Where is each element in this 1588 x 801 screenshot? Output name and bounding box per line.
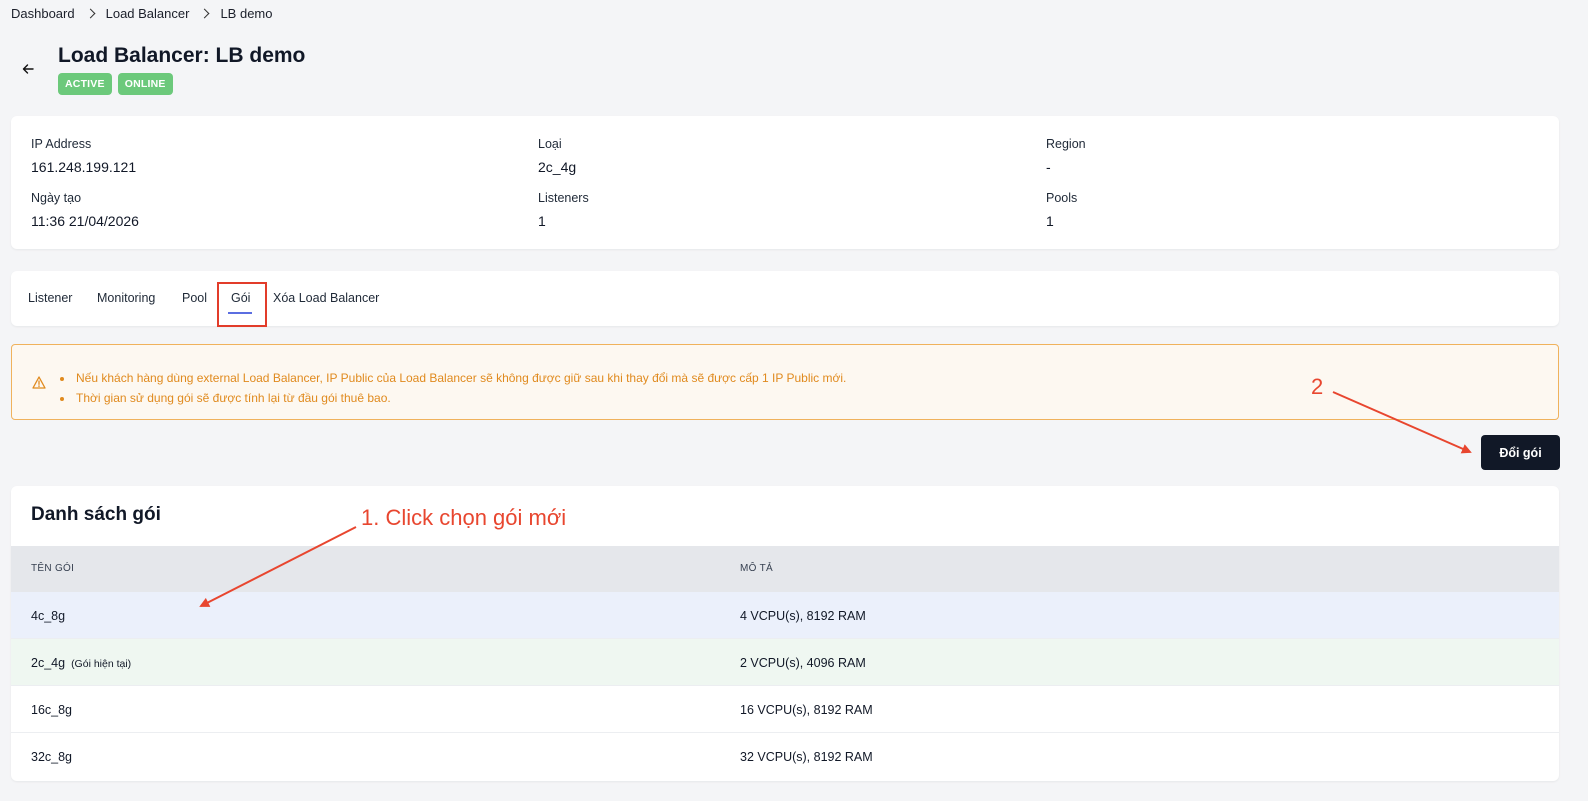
plan-list-card: Danh sách gói TÊN GÓI MÔ TẢ 4c_8g 4 VCPU… (11, 486, 1559, 781)
info-created-value: 11:36 21/04/2026 (31, 213, 139, 229)
info-region: Region - (1046, 137, 1086, 175)
tab-monitoring[interactable]: Monitoring (97, 291, 155, 305)
info-listeners-value: 1 (538, 213, 546, 229)
warning-list: Nếu khách hàng dùng external Load Balanc… (58, 369, 846, 408)
plan-description: 16 VCPU(s), 8192 RAM (740, 703, 873, 717)
plan-name: 32c_8g (31, 750, 72, 764)
status-badges: ACTIVE ONLINE (58, 73, 173, 95)
plan-name: 16c_8g (31, 703, 72, 717)
back-button[interactable] (17, 58, 39, 80)
info-type-label: Loại (538, 137, 562, 151)
warning-item: Thời gian sử dụng gói sẽ được tính lại t… (58, 389, 846, 409)
tab-delete-load-balancer[interactable]: Xóa Load Balancer (273, 291, 379, 305)
info-pools-value: 1 (1046, 213, 1054, 229)
change-plan-button[interactable]: Đổi gói (1481, 435, 1560, 470)
breadcrumb: Dashboard Load Balancer LB demo (11, 6, 273, 21)
warning-item: Nếu khách hàng dùng external Load Balanc… (58, 369, 846, 389)
page-title: Load Balancer: LB demo (58, 44, 306, 67)
plan-name-text: 4c_8g (31, 609, 66, 623)
tab-bar: Listener Monitoring Pool Gói Xóa Load Ba… (11, 271, 1559, 327)
info-type-value: 2c_4g (538, 159, 577, 175)
warning-icon (32, 376, 46, 389)
plan-description: 2 VCPU(s), 4096 RAM (740, 656, 866, 670)
table-row[interactable]: 32c_8g 32 VCPU(s), 8192 RAM (11, 733, 1559, 780)
page: Dashboard Load Balancer LB demo Load Bal… (0, 0, 1588, 801)
chevron-right-icon (85, 8, 96, 19)
breadcrumb-load-balancer[interactable]: Load Balancer (106, 6, 190, 21)
plan-description: 4 VCPU(s), 8192 RAM (740, 609, 866, 623)
column-header-description: MÔ TẢ (740, 563, 773, 574)
plan-name-text: 32c_8g (31, 750, 73, 764)
breadcrumb-current: LB demo (220, 6, 273, 21)
plan-table: TÊN GÓI MÔ TẢ 4c_8g 4 VCPU(s), 8192 RAM … (11, 546, 1559, 780)
table-header: TÊN GÓI MÔ TẢ (11, 546, 1559, 592)
table-row[interactable]: 16c_8g 16 VCPU(s), 8192 RAM (11, 686, 1559, 733)
table-row[interactable]: 4c_8g 4 VCPU(s), 8192 RAM (11, 592, 1559, 639)
annotation-step-1: 1. Click chọn gói mới (361, 505, 567, 530)
plan-name: 4c_8g (31, 609, 65, 623)
info-created-label: Ngày tạo (31, 191, 82, 205)
plan-name-text: 16c_8g (31, 703, 73, 717)
info-ip: IP Address 161.248.199.121 (31, 137, 136, 175)
info-region-label: Region (1046, 137, 1086, 151)
current-plan-note: (Gói hiện tại) (71, 658, 132, 670)
plan-name: 2c_4g (Gói hiện tại) (31, 656, 131, 670)
info-region-value: - (1046, 159, 1051, 175)
info-card: IP Address 161.248.199.121 Loại 2c_4g Re… (11, 116, 1559, 249)
info-type: Loại 2c_4g (538, 137, 576, 175)
plan-name-text: 2c_4g (31, 656, 66, 670)
status-badge-online: ONLINE (117, 73, 173, 95)
info-pools: Pools 1 (1046, 191, 1077, 229)
breadcrumb-dashboard[interactable]: Dashboard (11, 6, 75, 21)
annotation-highlight-box (217, 282, 267, 327)
info-ip-label: IP Address (31, 137, 92, 151)
tab-listener[interactable]: Listener (28, 291, 72, 305)
column-header-name: TÊN GÓI (31, 563, 75, 574)
annotation-step-2: 2 (1311, 374, 1324, 399)
info-ip-value: 161.248.199.121 (31, 159, 137, 175)
arrow-left-icon (22, 64, 34, 74)
info-pools-label: Pools (1046, 191, 1078, 205)
status-badge-active: ACTIVE (58, 73, 112, 95)
info-created: Ngày tạo 11:36 21/04/2026 (31, 191, 139, 229)
table-row[interactable]: 2c_4g (Gói hiện tại) 2 VCPU(s), 4096 RAM (11, 639, 1559, 686)
plan-description: 32 VCPU(s), 8192 RAM (740, 750, 873, 764)
info-listeners-label: Listeners (538, 191, 589, 205)
warning-alert: Nếu khách hàng dùng external Load Balanc… (11, 344, 1559, 420)
plan-list-title: Danh sách gói (31, 504, 161, 525)
info-listeners: Listeners 1 (538, 191, 589, 229)
chevron-right-icon (200, 8, 210, 19)
tab-pool[interactable]: Pool (182, 291, 207, 305)
